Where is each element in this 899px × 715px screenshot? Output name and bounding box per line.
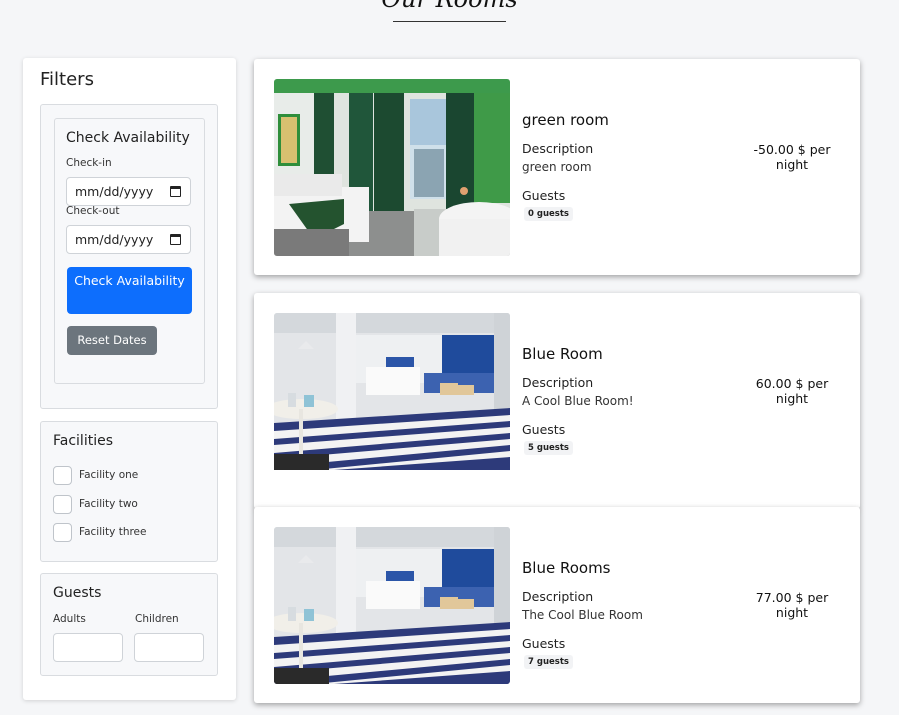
- description-label: Description: [522, 375, 594, 390]
- green-room-photo: [274, 79, 510, 256]
- room-name: Blue Rooms: [522, 559, 611, 577]
- room-name: Blue Room: [522, 345, 603, 363]
- room-card: green room Description green room Guests…: [254, 59, 860, 275]
- room-price: -50.00 $ per night: [753, 142, 831, 172]
- guests-heading: Guests: [53, 585, 102, 601]
- room-description: green room: [522, 160, 592, 174]
- facilities-heading: Facilities: [53, 433, 113, 449]
- facility-checkbox[interactable]: [53, 495, 72, 514]
- facilities-section: Facilities Facility one Facility two Fac…: [40, 421, 218, 562]
- adults-input[interactable]: [53, 633, 123, 662]
- blue-room-photo: [274, 527, 510, 684]
- guests-badge: 0 guests: [524, 207, 573, 221]
- room-description: A Cool Blue Room!: [522, 394, 634, 408]
- facility-checkbox[interactable]: [53, 466, 72, 485]
- description-label: Description: [522, 141, 594, 156]
- room-image: [274, 313, 510, 490]
- blue-room-photo: [274, 313, 510, 470]
- adults-label: Adults: [53, 613, 86, 625]
- calendar-icon[interactable]: [170, 234, 181, 245]
- calendar-icon[interactable]: [170, 186, 181, 197]
- title-underline: [393, 21, 506, 22]
- guests-label: Guests: [522, 188, 566, 203]
- page-title: Our Rooms: [0, 0, 899, 14]
- room-image: [274, 527, 510, 684]
- availability-heading: Check Availability: [66, 130, 190, 146]
- checkin-label: Check-in: [66, 157, 112, 169]
- checkout-label: Check-out: [66, 205, 120, 217]
- room-card: Blue Room Description A Cool Blue Room! …: [254, 293, 860, 509]
- checkout-input[interactable]: mm/dd/yyyy: [66, 225, 191, 254]
- availability-section: Check Availability Check-in mm/dd/yyyy C…: [40, 104, 218, 409]
- reset-dates-button[interactable]: Reset Dates: [67, 326, 157, 355]
- guests-label: Guests: [522, 636, 566, 651]
- filters-heading: Filters: [40, 69, 94, 90]
- check-availability-button[interactable]: Check Availability: [67, 267, 192, 314]
- checkin-input[interactable]: mm/dd/yyyy: [66, 177, 191, 206]
- children-input[interactable]: [134, 633, 204, 662]
- guests-label: Guests: [522, 422, 566, 437]
- description-label: Description: [522, 589, 594, 604]
- facility-label: Facility three: [79, 526, 147, 538]
- guests-badge: 7 guests: [524, 655, 573, 669]
- checkout-placeholder: mm/dd/yyyy: [75, 232, 154, 247]
- facility-label: Facility one: [79, 469, 139, 481]
- guests-section: Guests Adults Children: [40, 573, 218, 676]
- room-name: green room: [522, 111, 609, 129]
- room-price: 60.00 $ per night: [755, 376, 829, 406]
- filters-panel: Filters Check Availability Check-in mm/d…: [23, 58, 236, 700]
- guests-badge: 5 guests: [524, 441, 573, 455]
- room-image: [274, 79, 510, 256]
- checkin-placeholder: mm/dd/yyyy: [75, 184, 154, 199]
- facility-label: Facility two: [79, 498, 138, 510]
- facility-checkbox[interactable]: [53, 523, 72, 542]
- children-label: Children: [135, 613, 179, 625]
- room-description: The Cool Blue Room: [522, 608, 643, 622]
- availability-form: Check Availability Check-in mm/dd/yyyy C…: [54, 118, 205, 384]
- room-price: 77.00 $ per night: [755, 590, 829, 620]
- room-card: Blue Rooms Description The Cool Blue Roo…: [254, 507, 860, 703]
